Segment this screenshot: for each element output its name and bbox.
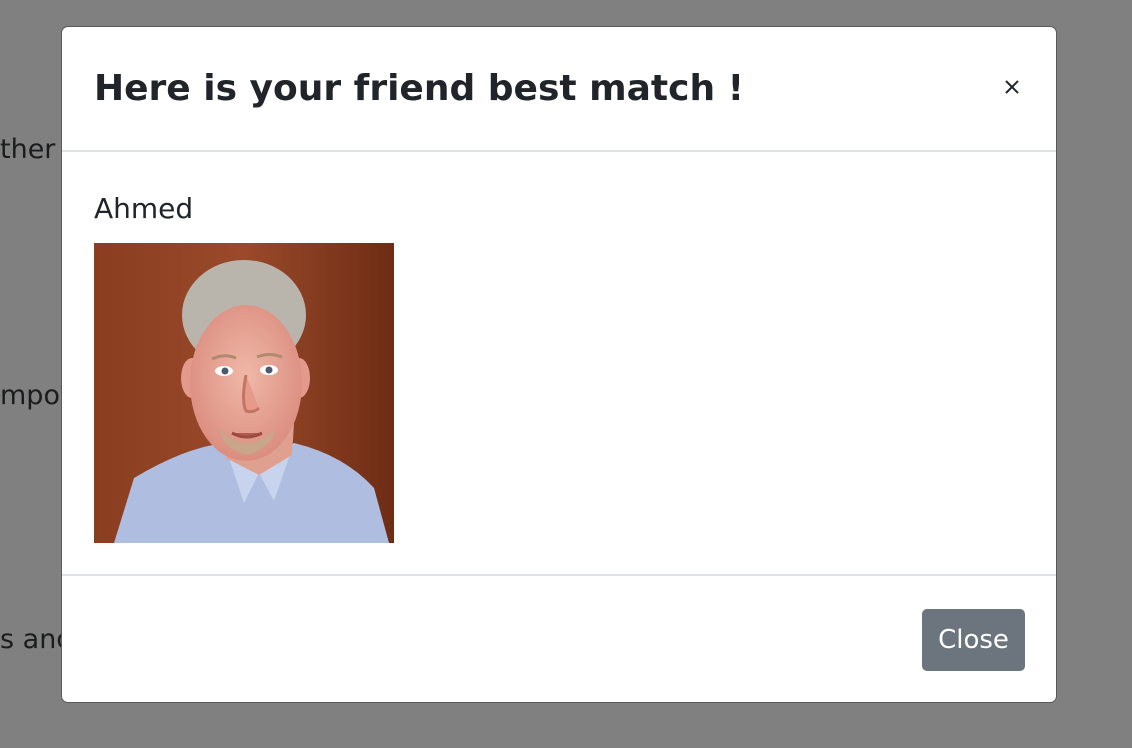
modal-footer: Close xyxy=(62,576,1056,702)
friend-photo xyxy=(94,243,394,543)
modal-title: Here is your friend best match ! xyxy=(94,68,745,109)
close-icon[interactable] xyxy=(996,69,1028,105)
close-button[interactable]: Close xyxy=(922,609,1025,671)
friend-name: Ahmed xyxy=(94,192,194,225)
modal-header: Here is your friend best match ! xyxy=(62,27,1056,152)
close-x-glyph xyxy=(1005,80,1019,94)
background-text-fragment: ther xyxy=(0,134,56,165)
match-modal: Here is your friend best match ! Ahmed C… xyxy=(61,26,1057,703)
person-photo-icon xyxy=(94,243,394,543)
modal-body: Ahmed xyxy=(62,152,1056,576)
